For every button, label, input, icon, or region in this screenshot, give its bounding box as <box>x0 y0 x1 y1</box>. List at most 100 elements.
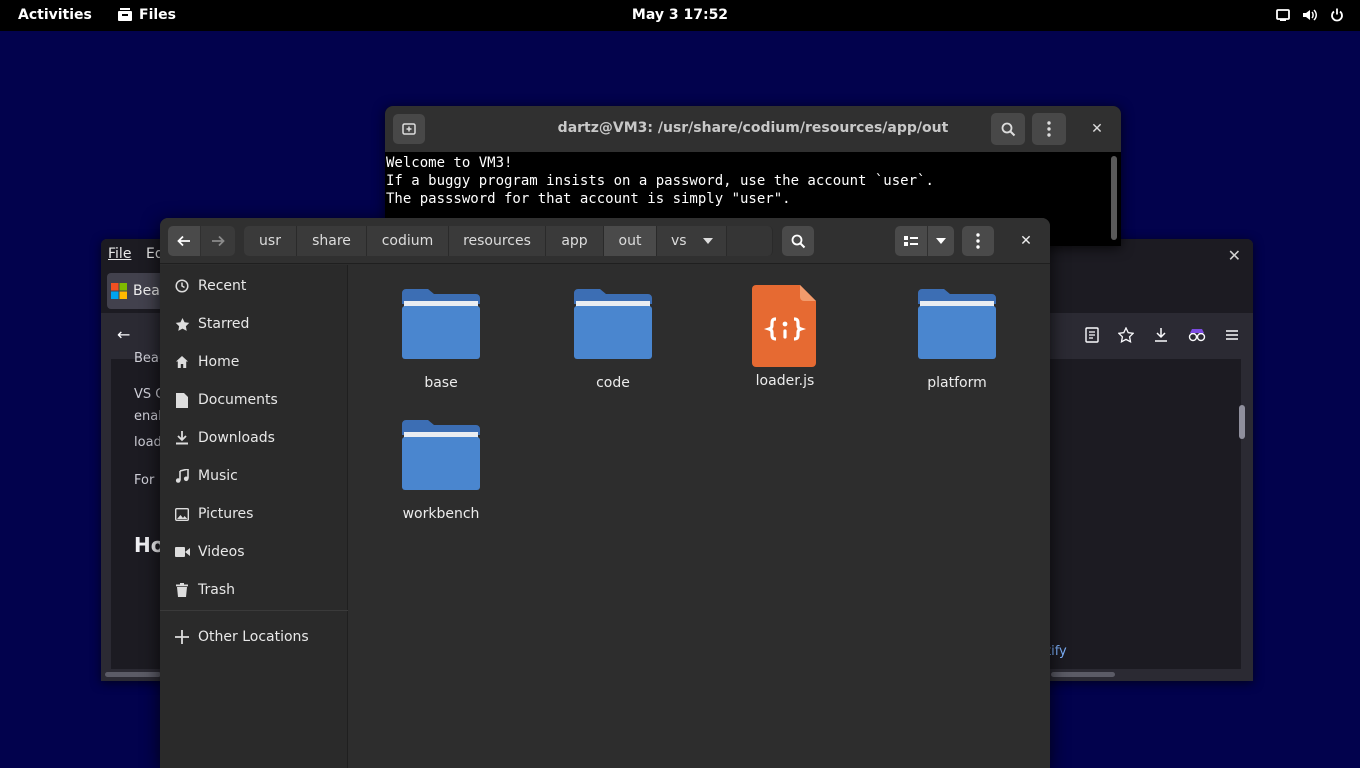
system-tray[interactable] <box>1276 8 1344 22</box>
sidebar-item-label: Other Locations <box>198 629 309 645</box>
sidebar-item-videos[interactable]: Videos <box>160 533 348 571</box>
sidebar-item-label: Home <box>198 354 240 370</box>
windows-logo-icon <box>111 283 127 299</box>
list-view-icon <box>904 236 918 246</box>
arrow-left-icon <box>177 235 190 247</box>
files-app-icon <box>118 8 132 21</box>
folder-icon <box>574 289 652 359</box>
terminal-menu-button[interactable] <box>1032 113 1066 145</box>
files-window[interactable]: usr share codium resources app out vs ✕ <box>160 218 1050 768</box>
sidebar-item-home[interactable]: Home <box>160 343 348 381</box>
sidebar-item-recent[interactable]: Recent <box>160 267 348 305</box>
browser-tab-label: Bea <box>133 283 160 299</box>
view-mode-button[interactable] <box>895 226 927 256</box>
activities-button[interactable]: Activities <box>18 7 92 23</box>
sidebar-item-music[interactable]: Music <box>160 457 348 495</box>
files-search-button[interactable] <box>782 226 814 256</box>
star-icon <box>174 316 190 332</box>
app-menu-label: Files <box>139 7 176 23</box>
private-browsing-icon[interactable] <box>1188 327 1206 343</box>
terminal-close-icon[interactable]: ✕ <box>1087 119 1107 139</box>
breadcrumb-codium[interactable]: codium <box>367 226 449 256</box>
clock-icon <box>174 278 190 294</box>
home-icon <box>174 354 190 370</box>
sidebar-item-label: Starred <box>198 316 250 332</box>
files-menu-button[interactable] <box>962 226 994 256</box>
breadcrumb-resources[interactable]: resources <box>449 226 546 256</box>
file-grid: base code loader.js platform workbench <box>349 265 1050 768</box>
sidebar-item-label: Videos <box>198 544 245 560</box>
sidebar-item-label: Documents <box>198 392 278 408</box>
clock[interactable]: May 3 17:52 <box>632 7 728 23</box>
search-icon <box>791 234 805 248</box>
file-item-folder[interactable]: base <box>376 287 506 407</box>
browser-text-line: For <box>134 473 155 488</box>
file-item-folder[interactable]: platform <box>892 287 1022 407</box>
view-options-dropdown[interactable] <box>928 226 954 256</box>
terminal-scrollbar[interactable] <box>1111 156 1117 240</box>
file-item-folder[interactable]: workbench <box>376 418 506 538</box>
terminal-output[interactable]: Welcome to VM3! If a buggy program insist… <box>386 154 934 208</box>
sidebar-item-label: Trash <box>198 582 235 598</box>
hamburger-menu-icon[interactable] <box>1225 327 1239 343</box>
browser-close-icon[interactable]: ✕ <box>1228 246 1241 265</box>
picture-icon <box>174 506 190 522</box>
file-item-label: workbench <box>402 506 480 522</box>
breadcrumb-vs-label: vs <box>671 233 687 249</box>
chevron-down-icon <box>702 238 713 244</box>
files-close-icon[interactable]: ✕ <box>1016 231 1036 251</box>
search-icon <box>1001 122 1015 136</box>
breadcrumb-out[interactable]: out <box>604 226 657 256</box>
kebab-menu-icon <box>976 233 980 249</box>
folder-icon <box>918 289 996 359</box>
screen-icon <box>1276 9 1290 21</box>
sidebar-item-documents[interactable]: Documents <box>160 381 348 419</box>
browser-text-line: load <box>134 435 162 450</box>
terminal-line: The passsword for that account is simply… <box>386 191 791 207</box>
terminal-line: If a buggy program insists on a password… <box>386 173 934 189</box>
folder-icon <box>402 289 480 359</box>
terminal-search-button[interactable] <box>991 113 1025 145</box>
sidebar-item-pictures[interactable]: Pictures <box>160 495 348 533</box>
file-item-label: platform <box>927 375 987 391</box>
download-icon <box>174 430 190 446</box>
menu-file[interactable]: File <box>108 246 131 262</box>
breadcrumb-share[interactable]: share <box>297 226 367 256</box>
browser-scrollbar[interactable] <box>1239 405 1245 439</box>
downloads-icon[interactable] <box>1153 327 1169 343</box>
sidebar-item-other-locations[interactable]: Other Locations <box>160 618 348 656</box>
chevron-down-icon <box>936 238 946 244</box>
bookmark-star-icon[interactable] <box>1118 327 1134 343</box>
sidebar-item-downloads[interactable]: Downloads <box>160 419 348 457</box>
terminal-line: Welcome to VM3! <box>386 155 513 171</box>
document-icon <box>174 392 190 408</box>
sidebar-item-label: Recent <box>198 278 247 294</box>
terminal-headerbar: dartz@VM3: /usr/share/codium/resources/a… <box>385 106 1121 152</box>
forward-button[interactable] <box>201 226 235 256</box>
video-icon <box>174 544 190 560</box>
browser-h-scrollbar[interactable] <box>1051 672 1115 677</box>
volume-icon <box>1303 9 1317 21</box>
back-button[interactable] <box>168 226 200 256</box>
file-item-javascript[interactable]: loader.js <box>720 285 850 405</box>
reader-view-icon[interactable] <box>1085 327 1099 343</box>
browser-tab[interactable]: Bea <box>107 273 167 309</box>
javascript-file-icon <box>752 285 816 367</box>
breadcrumb-vs[interactable]: vs <box>657 226 727 256</box>
file-item-label: loader.js <box>755 373 815 389</box>
kebab-menu-icon <box>1047 121 1051 137</box>
sidebar-separator <box>160 610 348 611</box>
sidebar-item-label: Downloads <box>198 430 275 446</box>
trash-icon <box>174 582 190 598</box>
app-menu-files[interactable]: Files <box>117 7 176 23</box>
sidebar-item-starred[interactable]: Starred <box>160 305 348 343</box>
browser-h-scrollbar-left[interactable] <box>105 672 161 677</box>
breadcrumb-app[interactable]: app <box>546 226 604 256</box>
breadcrumb-usr[interactable]: usr <box>244 226 297 256</box>
breadcrumb-empty <box>727 226 773 256</box>
file-item-folder[interactable]: code <box>548 287 678 407</box>
browser-back-icon[interactable]: ← <box>117 325 130 344</box>
file-item-label: base <box>424 375 458 391</box>
sidebar-item-trash[interactable]: Trash <box>160 571 348 609</box>
places-sidebar: Recent Starred Home Documents Downloads … <box>160 265 348 768</box>
